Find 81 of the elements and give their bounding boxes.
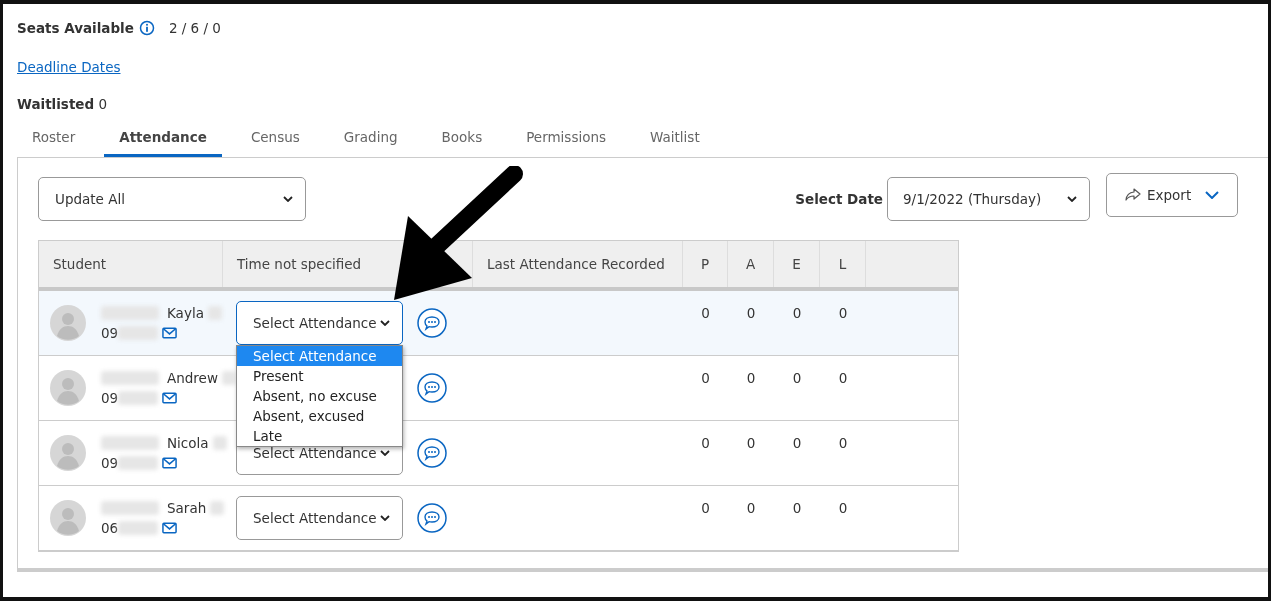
waitlisted-label: Waitlisted	[17, 96, 95, 112]
count-cell-text: 0	[701, 435, 710, 453]
count-cell-text: 0	[792, 370, 802, 388]
email-icon[interactable]	[162, 327, 178, 339]
update-all-select[interactable]: Update All	[38, 177, 306, 221]
comment-icon[interactable]	[417, 438, 447, 468]
avatar-icon	[50, 500, 86, 536]
count-cell-text: 0	[701, 500, 710, 518]
seats-value: 2 / 6 / 0	[168, 20, 221, 36]
student-id: 06	[101, 520, 119, 536]
column-header: A	[728, 241, 774, 287]
blurred-text	[212, 436, 227, 450]
email-icon[interactable]	[162, 457, 178, 469]
tab[interactable]: Permissions	[511, 119, 622, 157]
blurred-text	[101, 436, 159, 450]
count-cell-text: 0	[701, 305, 710, 323]
comment-icon[interactable]	[417, 373, 447, 403]
count-cell-text: 0	[792, 500, 802, 518]
blurred-text	[101, 501, 159, 515]
count-cell-text: 0	[838, 500, 848, 518]
comment-icon[interactable]	[417, 503, 447, 533]
blurred-text	[118, 456, 159, 470]
tab[interactable]: Roster	[17, 119, 91, 157]
blurred-text	[221, 371, 236, 385]
tab[interactable]: Waitlist	[635, 119, 715, 157]
chevron-down-icon	[1067, 196, 1077, 202]
waitlisted-value: 0	[98, 96, 108, 112]
blurred-text	[101, 371, 159, 385]
count-cell-text: 0	[792, 435, 802, 453]
student-name: Sarah	[167, 500, 207, 516]
select-date-label: Select Date	[795, 191, 883, 207]
student-name: Nicola	[167, 435, 209, 451]
export-button[interactable]: Export	[1106, 173, 1238, 217]
attendance-select[interactable]: Select Attendance	[236, 301, 403, 345]
avatar-icon	[50, 435, 86, 471]
count-cell-text: 0	[746, 500, 756, 518]
student-id: 09	[101, 455, 119, 471]
blurred-text	[118, 521, 159, 535]
tab[interactable]: Books	[426, 119, 498, 157]
blurred-text	[210, 501, 225, 515]
chevron-down-icon	[380, 320, 390, 326]
chevron-down-icon	[380, 515, 390, 521]
tab[interactable]: Attendance	[104, 119, 222, 157]
column-header: E	[774, 241, 820, 287]
column-header: Last Attendance Recorded	[473, 241, 683, 287]
count-cell-text: 0	[792, 305, 802, 323]
dropdown-option[interactable]: Absent, no excuse	[237, 386, 402, 406]
student-id: 09	[101, 325, 119, 341]
dropdown-option[interactable]: Select Attendance	[237, 346, 402, 366]
count-cell-text: 0	[746, 370, 756, 388]
email-icon[interactable]	[162, 522, 178, 534]
count-cell-text: 0	[746, 435, 756, 453]
blurred-text	[118, 391, 159, 405]
student-name: Kayla	[167, 305, 204, 321]
count-cell-text: 0	[746, 305, 756, 323]
column-header: Student	[39, 241, 223, 287]
avatar-icon	[50, 370, 86, 406]
count-cell-text: 0	[701, 370, 710, 388]
student-name: Andrew	[167, 370, 218, 386]
avatar-icon	[50, 305, 86, 341]
chevron-down-icon	[1205, 191, 1219, 199]
deadline-dates-link[interactable]: Deadline Dates	[17, 59, 121, 75]
count-cell-text: 0	[838, 370, 848, 388]
attendance-select[interactable]: Select Attendance	[236, 496, 403, 540]
tab[interactable]: Grading	[328, 119, 413, 157]
chevron-down-icon	[380, 450, 390, 456]
count-cell-text: 0	[838, 435, 848, 453]
chevron-down-icon	[283, 196, 293, 202]
column-header: P	[683, 241, 728, 287]
email-icon[interactable]	[162, 392, 178, 404]
comment-icon[interactable]	[417, 308, 447, 338]
count-cell-text: 0	[838, 305, 848, 323]
dropdown-option[interactable]: Absent, excused	[237, 406, 402, 426]
share-arrow-icon	[1125, 188, 1141, 202]
date-select[interactable]: 9/1/2022 (Thursday)	[887, 177, 1090, 221]
tab[interactable]: Census	[235, 119, 315, 157]
student-id: 09	[101, 390, 119, 406]
info-icon[interactable]	[138, 20, 155, 36]
column-header: L	[820, 241, 866, 287]
seats-label: Seats Available	[17, 20, 134, 36]
dropdown-option[interactable]: Present	[237, 366, 402, 386]
